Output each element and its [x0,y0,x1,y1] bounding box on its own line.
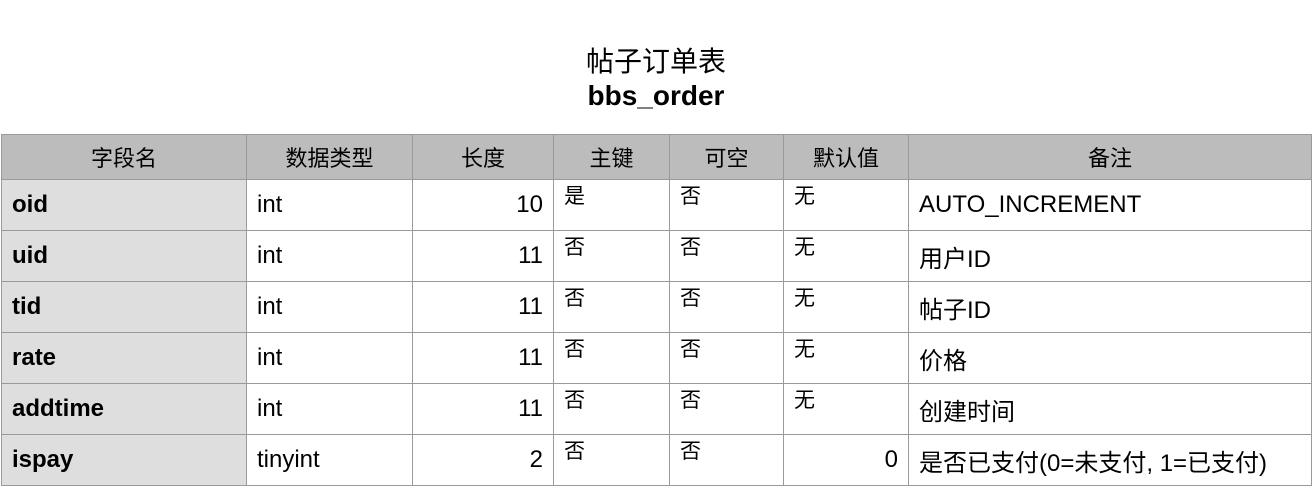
header-note: 备注 [908,134,1312,180]
cell-default: 0 [783,434,909,486]
cell-length: 11 [412,383,554,435]
cell-length: 2 [412,434,554,486]
table-row: rate int 11 否 否 无 价格 [1,332,1312,384]
cell-data-type: int [246,230,413,282]
cell-length: 11 [412,332,554,384]
cell-length: 11 [412,281,554,333]
cell-default: 无 [783,179,909,231]
cell-note: 是否已支付(0=未支付, 1=已支付) [908,434,1312,486]
table-title-chinese: 帖子订单表 [585,45,726,78]
cell-default: 无 [783,281,909,333]
cell-data-type: int [246,281,413,333]
cell-default: 无 [783,332,909,384]
cell-field-name: ispay [1,434,247,486]
table-row: addtime int 11 否 否 无 创建时间 [1,383,1312,435]
cell-field-name: oid [1,179,247,231]
table-row: oid int 10 是 否 无 AUTO_INCREMENT [1,179,1312,231]
cell-primary-key: 否 [553,230,670,282]
header-data-type: 数据类型 [246,134,413,180]
cell-nullable: 否 [669,230,784,282]
cell-nullable: 否 [669,179,784,231]
header-default: 默认值 [783,134,909,180]
cell-note: 创建时间 [908,383,1312,435]
cell-nullable: 否 [669,434,784,486]
cell-primary-key: 否 [553,332,670,384]
cell-note: AUTO_INCREMENT [908,179,1312,231]
cell-nullable: 否 [669,281,784,333]
cell-field-name: tid [1,281,247,333]
title-block: 帖子订单表 bbs_order [0,44,1312,112]
cell-length: 10 [412,179,554,231]
schema-table: 字段名 数据类型 长度 主键 可空 默认值 备注 oid int 10 是 否 … [1,134,1312,486]
cell-primary-key: 是 [553,179,670,231]
cell-primary-key: 否 [553,281,670,333]
header-primary-key: 主键 [553,134,670,180]
cell-field-name: rate [1,332,247,384]
header-field-name: 字段名 [1,134,247,180]
cell-note: 用户ID [908,230,1312,282]
cell-nullable: 否 [669,332,784,384]
cell-field-name: uid [1,230,247,282]
table-row: ispay tinyint 2 否 否 0 是否已支付(0=未支付, 1=已支付… [1,434,1312,486]
cell-data-type: int [246,332,413,384]
cell-data-type: int [246,383,413,435]
cell-data-type: int [246,179,413,231]
cell-default: 无 [783,230,909,282]
table-row: uid int 11 否 否 无 用户ID [1,230,1312,282]
header-row: 字段名 数据类型 长度 主键 可空 默认值 备注 [1,134,1312,180]
cell-primary-key: 否 [553,383,670,435]
cell-default: 无 [783,383,909,435]
cell-data-type: tinyint [246,434,413,486]
table-title-name: bbs_order [587,80,725,111]
header-length: 长度 [412,134,554,180]
cell-note: 价格 [908,332,1312,384]
cell-length: 11 [412,230,554,282]
cell-note: 帖子ID [908,281,1312,333]
cell-nullable: 否 [669,383,784,435]
header-nullable: 可空 [669,134,784,180]
cell-field-name: addtime [1,383,247,435]
table-row: tid int 11 否 否 无 帖子ID [1,281,1312,333]
cell-primary-key: 否 [553,434,670,486]
